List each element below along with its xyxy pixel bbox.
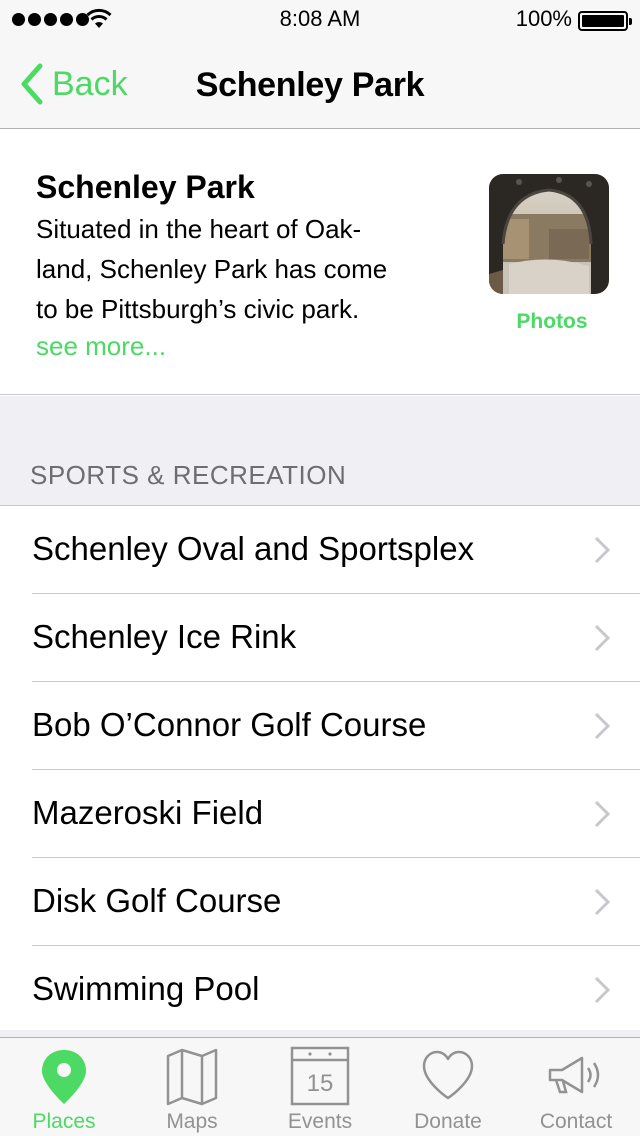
chevron-right-icon: [594, 976, 610, 1004]
folded-map-icon: [166, 1048, 218, 1106]
map-pin-icon: [42, 1050, 86, 1104]
tab-donate[interactable]: Donate: [384, 1038, 512, 1136]
see-more-link[interactable]: see more...: [36, 331, 166, 362]
list-item-label: Schenley Oval and Sportsplex: [32, 530, 475, 567]
description-line: Situated in the heart of Oak-: [36, 214, 362, 244]
list-item[interactable]: Swimming Pool: [0, 946, 640, 1034]
page-title: Schenley Park: [195, 66, 425, 104]
tab-label: Events: [287, 1110, 353, 1133]
list-item-label: Swimming Pool: [32, 970, 260, 1007]
navigation-bar: Back Schenley Park: [0, 40, 640, 129]
chevron-right-icon: [594, 800, 610, 828]
park-name: Schenley Park: [36, 169, 255, 205]
tab-label: Donate: [414, 1110, 482, 1133]
list-item-label: Mazeroski Field: [32, 794, 264, 831]
chevron-right-icon: [594, 536, 610, 564]
list-item[interactable]: Mazeroski Field: [0, 770, 640, 858]
stone-bridge-photo: [489, 174, 609, 294]
tab-places[interactable]: Places: [0, 1038, 128, 1136]
park-info: Schenley Park Situated in the heart of O…: [0, 129, 640, 395]
heart-icon: [422, 1050, 474, 1100]
tab-label: Places: [32, 1110, 96, 1133]
chevron-right-icon: [594, 712, 610, 740]
calendar-day: 15: [307, 1070, 334, 1097]
places-list: Schenley Oval and Sportsplex Schenley Ic…: [0, 506, 640, 1034]
park-photo-thumbnail[interactable]: [489, 174, 609, 294]
description-line: to be Pittsburgh’s civic park.: [36, 294, 360, 324]
description-line: land, Schenley Park has come: [36, 254, 388, 284]
calendar-icon: 15: [290, 1046, 350, 1106]
photos-link[interactable]: Photos: [489, 310, 615, 334]
screen: 8:08 AM 100% Back Schenley Park Schenley…: [0, 0, 640, 1136]
tab-label: Maps: [166, 1110, 218, 1133]
list-item-label: Schenley Ice Rink: [32, 618, 297, 655]
list-item[interactable]: Bob O’Connor Golf Course: [0, 682, 640, 770]
battery-icon: [578, 11, 632, 31]
section-header: SPORTS & RECREATION: [30, 460, 347, 490]
tab-label: Contact: [539, 1110, 613, 1133]
tab-contact[interactable]: Contact: [512, 1038, 640, 1136]
section-header-area: SPORTS & RECREATION: [0, 396, 640, 506]
battery-percent: 100%: [515, 6, 572, 31]
chevron-right-icon: [594, 888, 610, 916]
tab-events[interactable]: 15 Events: [256, 1038, 384, 1136]
list-item-label: Disk Golf Course: [32, 882, 282, 919]
chevron-right-icon: [594, 624, 610, 652]
list-item[interactable]: Disk Golf Course: [0, 858, 640, 946]
status-bar: 8:08 AM 100%: [0, 0, 640, 40]
tab-bar: Places Maps 15 Events Donate Contact: [0, 1037, 640, 1136]
megaphone-icon: [548, 1056, 600, 1094]
tab-maps[interactable]: Maps: [128, 1038, 256, 1136]
list-item[interactable]: Schenley Oval and Sportsplex: [0, 506, 640, 594]
park-description: Situated in the heart of Oak- land, Sche…: [36, 209, 436, 329]
list-item[interactable]: Schenley Ice Rink: [0, 594, 640, 682]
list-item-label: Bob O’Connor Golf Course: [32, 706, 427, 743]
